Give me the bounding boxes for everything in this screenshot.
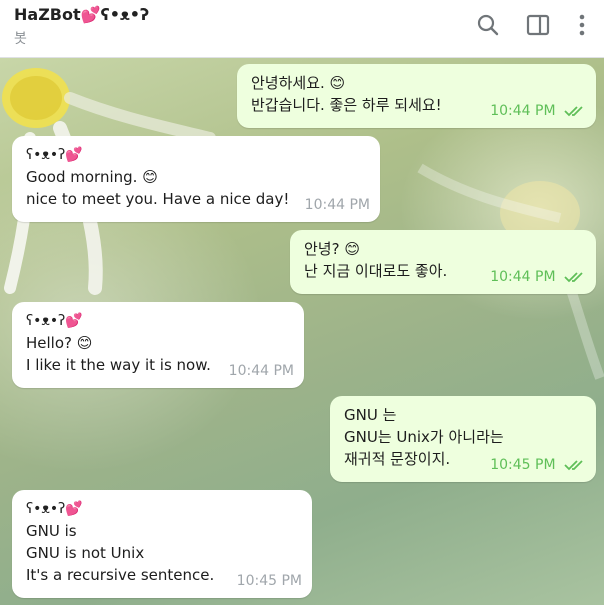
message-list[interactable]: 안녕하세요. 😊 반갑습니다. 좋은 하루 되세요! 10:44 PM ʕ•ᴥ•… <box>0 58 604 605</box>
message-text: GNU is not Unix <box>26 544 145 562</box>
message-text: Hello? 😊 <box>26 334 93 352</box>
message-time: 10:45 PM <box>236 573 302 589</box>
message-text: 안녕하세요. 😊 <box>251 74 346 92</box>
message-outgoing[interactable]: 안녕? 😊 난 지금 이대로도 좋아. 10:44 PM <box>290 230 596 294</box>
message-incoming[interactable]: ʕ•ᴥ•ʔ💕 Good morning. 😊 nice to meet you.… <box>12 136 380 222</box>
message-sender: ʕ•ᴥ•ʔ💕 <box>26 147 83 163</box>
message-time: 10:44 PM <box>490 269 556 285</box>
message-incoming[interactable]: ʕ•ᴥ•ʔ💕 GNU is GNU is not Unix It's a rec… <box>12 490 312 598</box>
message-text: GNU는 Unix가 아니라는 <box>344 428 504 446</box>
double-check-icon <box>564 272 583 283</box>
message-meta: 10:44 PM <box>490 100 586 122</box>
message-text: GNU is <box>26 522 77 540</box>
sidebar-toggle-icon[interactable] <box>525 12 551 38</box>
chat-title[interactable]: HaZBot💕ʕ•ᴥ•ʔ <box>14 5 149 25</box>
message-text: GNU 는 <box>344 406 397 424</box>
message-text: 안녕? 😊 <box>304 240 360 258</box>
chat-subtitle: 봇 <box>14 31 27 47</box>
message-sender: ʕ•ᴥ•ʔ💕 <box>26 501 83 517</box>
message-time: 10:44 PM <box>490 103 556 119</box>
message-incoming[interactable]: ʕ•ᴥ•ʔ💕 Hello? 😊 I like it the way it is … <box>12 302 304 388</box>
chat-header: HaZBot💕ʕ•ᴥ•ʔ 봇 <box>0 0 604 58</box>
message-outgoing[interactable]: GNU 는 GNU는 Unix가 아니라는 재귀적 문장이지. 10:45 PM <box>330 396 596 482</box>
more-vertical-icon[interactable] <box>569 12 595 38</box>
double-check-icon <box>564 460 583 471</box>
message-sender: ʕ•ᴥ•ʔ💕 <box>26 313 83 329</box>
message-time: 10:45 PM <box>490 457 556 473</box>
message-text: Good morning. 😊 <box>26 168 158 186</box>
message-meta: 10:45 PM <box>490 454 586 476</box>
message-time: 10:44 PM <box>228 363 294 379</box>
double-check-icon <box>564 106 583 117</box>
message-meta: 10:44 PM <box>490 266 586 288</box>
message-time: 10:44 PM <box>304 197 370 213</box>
message-outgoing[interactable]: 안녕하세요. 😊 반갑습니다. 좋은 하루 되세요! 10:44 PM <box>237 64 596 128</box>
search-icon[interactable] <box>475 12 501 38</box>
